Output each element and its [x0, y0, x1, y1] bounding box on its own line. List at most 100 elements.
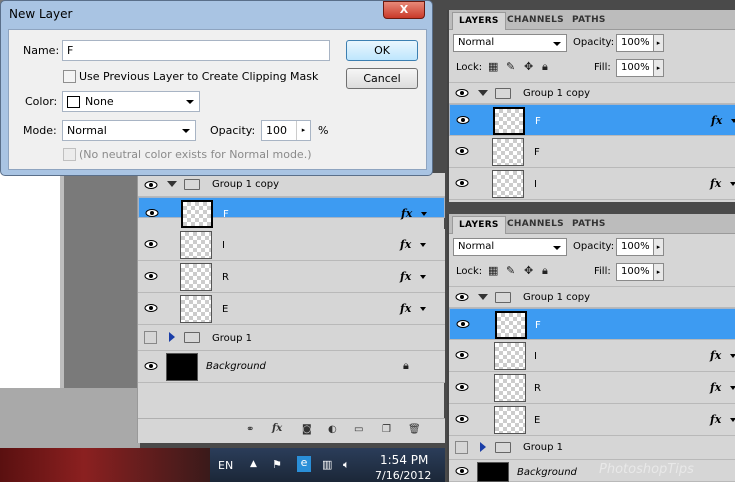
fill-slider-arrow[interactable]: ▸	[653, 59, 664, 77]
tab-channels[interactable]: CHANNELS	[501, 12, 570, 30]
layer-row-group-1-copy[interactable]: Group 1 copy	[449, 82, 735, 104]
volume-icon[interactable]: 🔈︎	[343, 458, 350, 472]
ie-icon[interactable]: e	[297, 456, 311, 472]
tab-layers[interactable]: LAYERS	[452, 12, 506, 30]
expand-triangle-icon[interactable]	[167, 181, 177, 187]
lock-transparent-icon[interactable]: ▦	[488, 60, 498, 73]
blend-mode-select[interactable]: Normal	[453, 34, 567, 52]
layer-row-f[interactable]: F fx	[449, 104, 735, 136]
flag-icon[interactable]: ⚑	[272, 458, 282, 471]
mask-icon[interactable]: ◙	[302, 424, 312, 435]
opacity-slider-arrow[interactable]: ▸	[653, 238, 664, 256]
chevron-down-icon[interactable]	[730, 386, 735, 390]
fx-icon[interactable]: fx	[272, 423, 282, 434]
eye-icon[interactable]	[455, 178, 469, 188]
collapse-triangle-icon[interactable]	[169, 332, 175, 342]
layer-row-e[interactable]: E fx	[449, 404, 735, 436]
neutral-color-checkbox[interactable]	[63, 148, 76, 161]
close-button[interactable]: X	[383, 1, 425, 19]
eye-icon[interactable]	[455, 414, 469, 424]
lock-move-icon[interactable]: ✥	[524, 60, 533, 73]
eye-icon[interactable]	[144, 239, 158, 249]
tab-paths[interactable]: PATHS	[566, 216, 612, 234]
fx-icon[interactable]: fx	[401, 207, 412, 220]
lock-move-icon[interactable]: ✥	[524, 264, 533, 277]
visibility-toggle[interactable]	[144, 331, 157, 344]
chevron-down-icon[interactable]	[730, 182, 735, 186]
fx-icon[interactable]: fx	[710, 381, 721, 394]
show-hidden-icons[interactable]: ▲	[250, 459, 257, 469]
layer-row-group-1[interactable]: Group 1	[138, 325, 445, 351]
layer-row-f-copy[interactable]: F	[449, 136, 735, 168]
eye-icon[interactable]	[144, 303, 158, 313]
link-icon[interactable]: ⚭	[246, 424, 254, 435]
mode-select[interactable]: Normal	[62, 120, 196, 141]
lock-transparent-icon[interactable]: ▦	[488, 264, 498, 277]
fx-icon[interactable]: fx	[400, 270, 411, 283]
clock-date[interactable]: 7/16/2012	[375, 469, 431, 482]
fill-slider-arrow[interactable]: ▸	[653, 263, 664, 281]
chevron-down-icon[interactable]	[420, 243, 426, 247]
new-layer-icon[interactable]: ❐	[382, 424, 391, 435]
chevron-down-icon[interactable]	[420, 307, 426, 311]
trash-icon[interactable]: 🗑︎	[408, 424, 421, 435]
folder-icon[interactable]: ▭	[354, 424, 363, 435]
opacity-slider-arrow[interactable]: ▸	[296, 121, 310, 140]
opacity-input[interactable]: 100%	[616, 34, 654, 52]
lock-paint-icon[interactable]: ✎	[506, 264, 515, 277]
lock-paint-icon[interactable]: ✎	[506, 60, 515, 73]
layer-row-background[interactable]: Background 🔒︎	[138, 351, 445, 383]
eye-icon[interactable]	[455, 88, 469, 98]
network-icon[interactable]: ▥	[322, 458, 332, 471]
chevron-down-icon[interactable]	[730, 354, 735, 358]
lock-all-icon[interactable]: 🔒︎	[542, 60, 548, 74]
adjustment-icon[interactable]: ◐	[328, 424, 337, 435]
fx-icon[interactable]: fx	[710, 349, 721, 362]
chevron-down-icon[interactable]	[730, 418, 735, 422]
layer-row-e[interactable]: E fx	[138, 293, 445, 325]
eye-icon[interactable]	[144, 180, 158, 190]
fill-input[interactable]: 100%	[616, 59, 654, 77]
collapse-triangle-icon[interactable]	[480, 442, 486, 452]
color-select[interactable]: None	[62, 91, 200, 112]
layer-row-f[interactable]: F	[449, 308, 735, 340]
tab-layers[interactable]: LAYERS	[452, 216, 506, 234]
eye-icon[interactable]	[455, 292, 469, 302]
tab-channels[interactable]: CHANNELS	[501, 216, 570, 234]
chevron-down-icon[interactable]	[731, 119, 735, 123]
layer-row-group-1-copy[interactable]: Group 1 copy	[138, 173, 445, 197]
eye-icon[interactable]	[455, 146, 469, 156]
fx-icon[interactable]: fx	[400, 238, 411, 251]
eye-icon[interactable]	[456, 319, 470, 329]
tab-paths[interactable]: PATHS	[566, 12, 612, 30]
fx-icon[interactable]: fx	[710, 413, 721, 426]
clock-time[interactable]: 1:54 PM	[380, 453, 428, 467]
eye-icon[interactable]	[144, 361, 158, 371]
layer-row-background[interactable]: Background PhotoshopTips	[449, 460, 735, 482]
layer-row-i[interactable]: I fx	[449, 340, 735, 372]
eye-icon[interactable]	[455, 466, 469, 476]
layer-row-r[interactable]: R fx	[138, 261, 445, 293]
fx-icon[interactable]: fx	[711, 114, 722, 127]
opacity-slider-arrow[interactable]: ▸	[653, 34, 664, 52]
eye-icon[interactable]	[456, 115, 470, 125]
layer-row-i[interactable]: I fx	[138, 229, 445, 261]
opacity-input[interactable]: 100%	[616, 238, 654, 256]
lock-all-icon[interactable]: 🔒︎	[542, 264, 548, 278]
cancel-button[interactable]: Cancel	[346, 68, 418, 89]
eye-icon[interactable]	[455, 350, 469, 360]
fx-icon[interactable]: fx	[710, 177, 721, 190]
name-input[interactable]: F	[62, 40, 330, 61]
visibility-toggle[interactable]	[455, 441, 468, 454]
expand-triangle-icon[interactable]	[478, 90, 488, 96]
eye-icon[interactable]	[145, 208, 159, 218]
ok-button[interactable]: OK	[346, 40, 418, 61]
layer-row-group-1-copy[interactable]: Group 1 copy	[449, 286, 735, 308]
clipping-mask-checkbox[interactable]	[63, 70, 76, 83]
expand-triangle-icon[interactable]	[478, 294, 488, 300]
layer-row-f[interactable]: F fx	[138, 197, 445, 228]
blend-mode-select[interactable]: Normal	[453, 238, 567, 256]
layer-row-i[interactable]: I fx	[449, 168, 735, 200]
fx-icon[interactable]: fx	[400, 302, 411, 315]
language-indicator[interactable]: EN	[218, 459, 233, 472]
